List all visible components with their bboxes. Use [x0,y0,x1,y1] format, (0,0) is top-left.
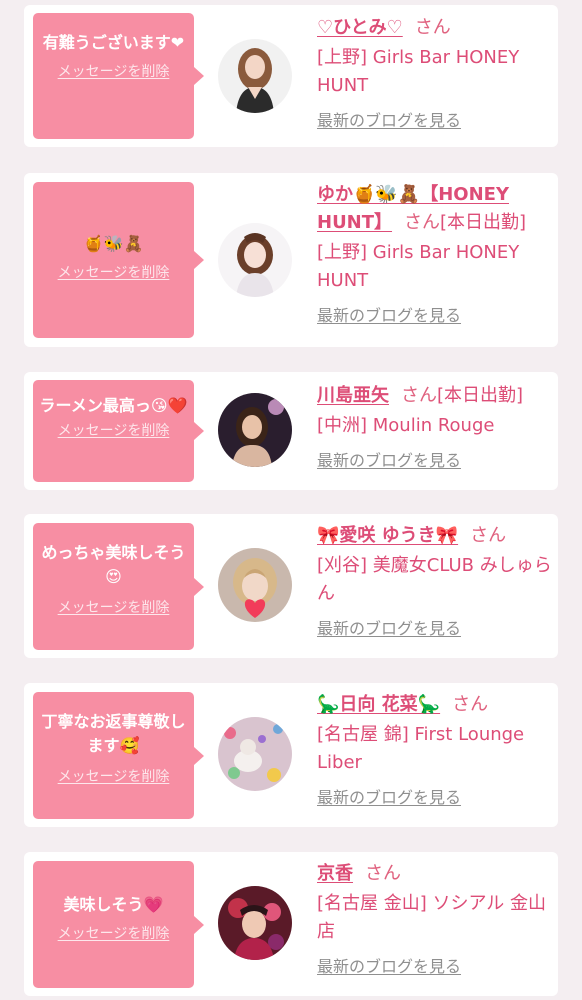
latest-blog-link[interactable]: 最新のブログを見る [317,305,553,327]
message-bubble: めっちゃ美味しそう😍 メッセージを削除 [33,523,204,650]
avatar[interactable] [218,223,292,297]
message-card: 🍯🐝🧸 メッセージを削除 ゆか🍯🐝🧸【HONEY HUNT】 さん[本日出勤] [… [24,173,558,347]
avatar[interactable] [218,717,292,791]
shop-name: [名古屋 錦] First Lounge Liber [317,724,525,773]
message-text: 🍯🐝🧸 [83,234,144,253]
message-list: 有難うございます❤ メッセージを削除 ♡ひとみ♡ さん [上野] Girls Ba… [0,0,582,1000]
sender-name[interactable]: ♡ひとみ♡ [317,17,403,38]
delete-message-link[interactable]: メッセージを削除 [33,599,194,617]
avatar[interactable] [218,39,292,113]
message-card: 有難うございます❤ メッセージを削除 ♡ひとみ♡ さん [上野] Girls Ba… [24,5,558,147]
message-card: ラーメン最高っ😘❤️ メッセージを削除 川島亜矢 さん[本日出勤] [中洲] Mo… [24,372,558,490]
honorific: さん [404,212,441,233]
message-bubble: 美味しそう💗 メッセージを削除 [33,861,204,988]
avatar[interactable] [218,548,292,622]
avatar[interactable] [218,886,292,960]
sender-info: 🎀愛咲 ゆうき🎀 さん [刈谷] 美魔女CLUB みしゅらん 最新のブログを見る [317,522,553,640]
sender-name[interactable]: 京香 [317,863,353,884]
sender-info: 川島亜矢 さん[本日出勤] [中洲] Moulin Rouge 最新のブログを見る [317,382,553,472]
attendance-status: [本日出勤] [437,385,524,406]
message-text: めっちゃ美味しそう😍 [41,543,186,586]
avatar-photo [218,39,292,113]
sender-info: 🦕日向 花菜🦕 さん [名古屋 錦] First Lounge Liber 最新の… [317,691,553,809]
message-card: 丁寧なお返事尊敬します🥰 メッセージを削除 🦕日向 花菜🦕 さん [名古屋 錦] … [24,683,558,827]
attendance-status: [本日出勤] [440,212,527,233]
sender-name[interactable]: 🎀愛咲 ゆうき🎀 [317,525,458,546]
message-text: 美味しそう💗 [63,895,164,914]
shop-name: [上野] Girls Bar HONEY HUNT [317,242,520,291]
honorific: さん [470,525,507,546]
sender-name[interactable]: 🦕日向 花菜🦕 [317,694,440,715]
shop-name: [中洲] Moulin Rouge [317,415,495,436]
honorific: さん [401,385,437,406]
delete-message-link[interactable]: メッセージを削除 [33,925,194,943]
avatar-photo [218,223,292,297]
delete-message-link[interactable]: メッセージを削除 [33,63,194,81]
delete-message-link[interactable]: メッセージを削除 [33,768,194,786]
shop-name: [刈谷] 美魔女CLUB みしゅらん [317,555,552,604]
delete-message-link[interactable]: メッセージを削除 [33,422,194,440]
message-card: 美味しそう💗 メッセージを削除 京香 さん [名古屋 金山] ソシアル 金山店 最… [24,852,558,996]
latest-blog-link[interactable]: 最新のブログを見る [317,956,553,978]
message-text: 有難うございます❤ [42,33,185,52]
sender-info: ゆか🍯🐝🧸【HONEY HUNT】 さん[本日出勤] [上野] Girls Bar… [317,181,553,327]
latest-blog-link[interactable]: 最新のブログを見る [317,450,553,472]
avatar-photo [218,393,292,467]
latest-blog-link[interactable]: 最新のブログを見る [317,787,553,809]
avatar-photo [218,717,292,791]
message-text: ラーメン最高っ😘❤️ [39,396,188,415]
message-card: めっちゃ美味しそう😍 メッセージを削除 🎀愛咲 ゆうき🎀 さん [刈谷] 美魔女C… [24,514,558,658]
shop-name: [上野] Girls Bar HONEY HUNT [317,47,520,96]
avatar[interactable] [218,393,292,467]
message-bubble: 有難うございます❤ メッセージを削除 [33,13,204,139]
latest-blog-link[interactable]: 最新のブログを見る [317,618,553,640]
message-bubble: ラーメン最高っ😘❤️ メッセージを削除 [33,380,204,482]
message-bubble: 🍯🐝🧸 メッセージを削除 [33,182,204,338]
sender-info: 京香 さん [名古屋 金山] ソシアル 金山店 最新のブログを見る [317,860,553,978]
honorific: さん [452,694,489,715]
avatar-photo [218,548,292,622]
message-text: 丁寧なお返事尊敬します🥰 [41,712,186,755]
latest-blog-link[interactable]: 最新のブログを見る [317,110,553,132]
honorific: さん [365,863,401,884]
delete-message-link[interactable]: メッセージを削除 [33,264,194,282]
shop-name: [名古屋 金山] ソシアル 金山店 [317,893,547,942]
sender-info: ♡ひとみ♡ さん [上野] Girls Bar HONEY HUNT 最新のブログ… [317,14,553,132]
honorific: さん [414,17,451,38]
avatar-photo [218,886,292,960]
sender-name[interactable]: 川島亜矢 [317,385,389,406]
message-bubble: 丁寧なお返事尊敬します🥰 メッセージを削除 [33,692,204,819]
